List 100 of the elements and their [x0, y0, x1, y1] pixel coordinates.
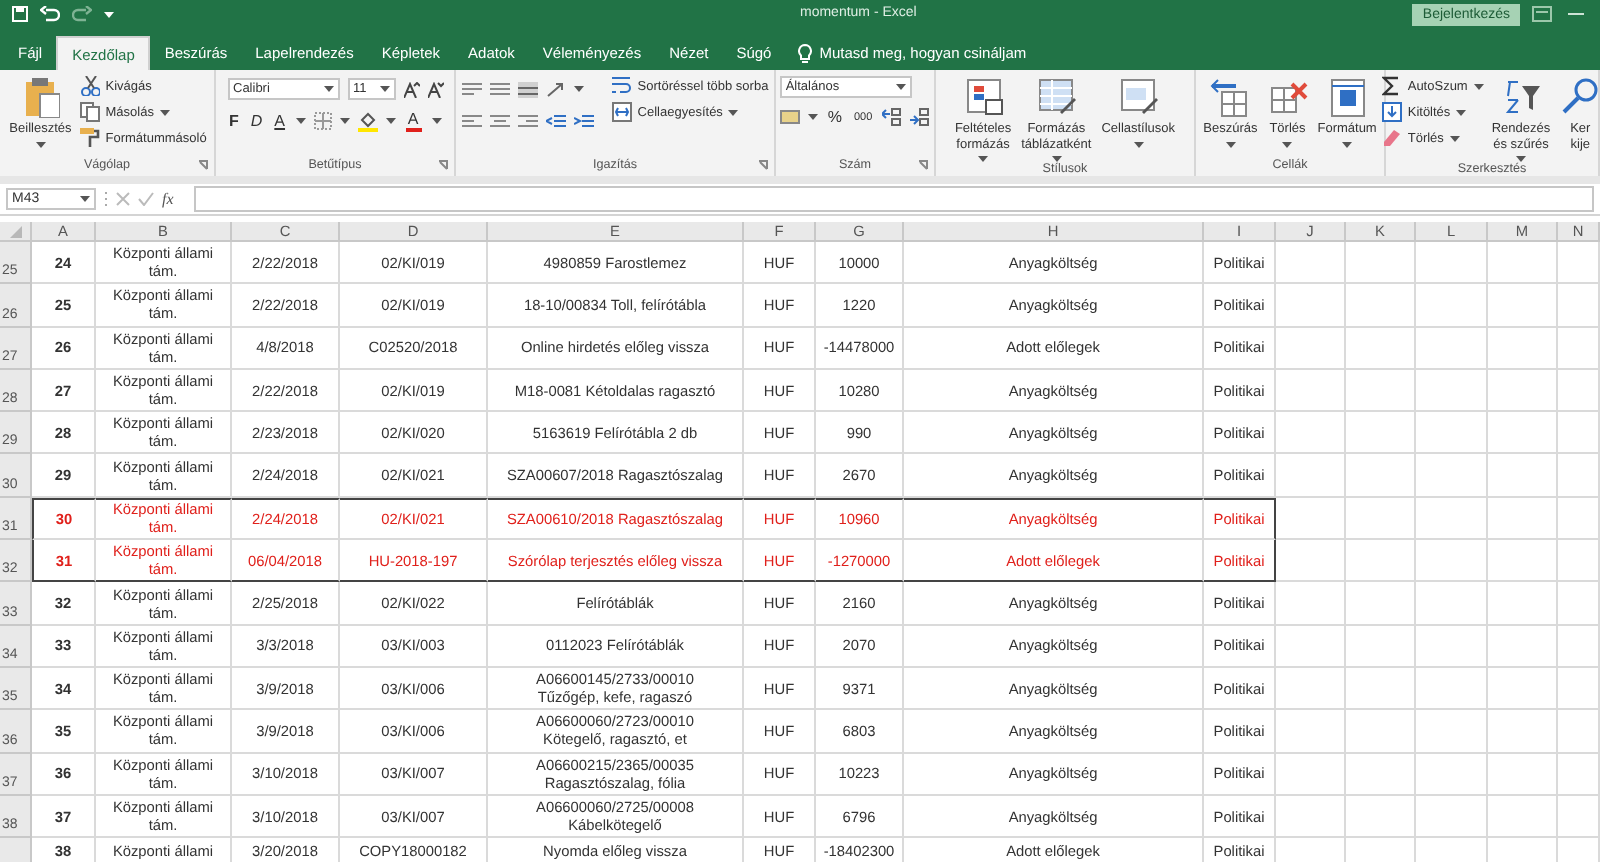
- empty-cell: [1488, 753, 1558, 796]
- align-center-icon[interactable]: [489, 113, 510, 129]
- save-icon[interactable]: [12, 6, 28, 22]
- cancel-icon[interactable]: [116, 192, 130, 206]
- undo-icon[interactable]: [40, 6, 60, 22]
- decrease-indent-icon[interactable]: [545, 113, 566, 129]
- empty-cell: [1416, 795, 1488, 839]
- cell-styles-icon: [1118, 76, 1159, 118]
- scissors-icon: [79, 76, 100, 96]
- formula-input[interactable]: [193, 186, 1594, 212]
- empty-cell: [1488, 242, 1558, 285]
- caret-icon: [1133, 141, 1144, 147]
- increase-decimal-icon[interactable]: [882, 108, 903, 126]
- align-middle-icon[interactable]: [489, 81, 510, 97]
- empty-cell: [1276, 540, 1346, 583]
- align-bottom-icon[interactable]: [517, 81, 538, 97]
- empty-cell: [1558, 284, 1600, 328]
- empty-cell: [1276, 625, 1346, 668]
- empty-cell: [1346, 327, 1416, 370]
- empty-cell: [1416, 710, 1488, 754]
- empty-cell: [1276, 582, 1346, 626]
- empty-cell: [1416, 540, 1488, 583]
- empty-cell: [1488, 667, 1558, 711]
- empty-cell: [1558, 753, 1600, 796]
- empty-cell: [1488, 795, 1558, 839]
- bold-button[interactable]: F: [227, 113, 241, 129]
- empty-cell: [1558, 582, 1600, 626]
- empty-cell: [1346, 625, 1416, 668]
- caret-icon: [1516, 156, 1526, 162]
- dialog-launcher-icon[interactable]: [198, 160, 208, 170]
- caret-icon: [385, 118, 396, 124]
- font-color-button[interactable]: A: [403, 111, 424, 131]
- empty-cell: [1416, 327, 1488, 370]
- customize-icon[interactable]: [104, 11, 114, 17]
- caret-icon: [1473, 83, 1484, 89]
- caret-icon: [1342, 141, 1353, 147]
- caret-icon: [431, 118, 442, 124]
- empty-cell: [1488, 710, 1558, 754]
- insert-function-button[interactable]: fx: [162, 190, 174, 208]
- fill-color-icon[interactable]: [357, 111, 378, 131]
- currency-icon[interactable]: [779, 108, 800, 126]
- sort-filter-icon: [1501, 76, 1541, 118]
- align-top-icon[interactable]: [461, 81, 482, 97]
- empty-cell: [1488, 369, 1558, 413]
- empty-cell: [1276, 753, 1346, 796]
- borders-icon[interactable]: [313, 112, 332, 130]
- orientation-icon[interactable]: [545, 81, 566, 97]
- row-header[interactable]: [0, 838, 32, 863]
- empty-cell: [1416, 625, 1488, 668]
- corner-triangle-icon: [9, 225, 21, 237]
- underline-button[interactable]: A: [272, 113, 288, 129]
- empty-cell: [1488, 284, 1558, 328]
- caret-icon: [379, 86, 389, 92]
- caret-icon: [323, 86, 333, 92]
- caret-icon: [728, 109, 739, 115]
- wrap-text-icon: [611, 76, 632, 96]
- ribbon-display-icon[interactable]: [1532, 6, 1552, 22]
- shrink-font-icon[interactable]: [427, 81, 443, 97]
- table-icon: [963, 76, 1004, 118]
- dialog-launcher-icon[interactable]: [438, 160, 448, 170]
- table-icon: [1036, 76, 1077, 118]
- dialog-launcher-icon[interactable]: [758, 160, 768, 170]
- enter-icon[interactable]: [138, 192, 154, 206]
- percent-button[interactable]: %: [825, 109, 844, 125]
- empty-cell: [1488, 582, 1558, 626]
- copy-icon: [79, 102, 100, 122]
- select-all-corner[interactable]: [0, 222, 32, 242]
- redo-icon[interactable]: [72, 6, 92, 22]
- empty-cell: [1488, 327, 1558, 370]
- empty-cell: [1558, 369, 1600, 413]
- decrease-decimal-icon[interactable]: [910, 108, 931, 126]
- empty-cell: [1416, 412, 1488, 455]
- increase-indent-icon[interactable]: [573, 113, 594, 129]
- empty-cell: [1276, 795, 1346, 839]
- caret-icon: [35, 141, 46, 147]
- insert-cells-icon: [1210, 76, 1251, 118]
- empty-cell: [1488, 497, 1558, 541]
- align-left-icon[interactable]: [461, 113, 482, 129]
- empty-cell: [1346, 795, 1416, 839]
- empty-cell: [1558, 454, 1600, 498]
- italic-button[interactable]: D: [248, 113, 265, 129]
- caret-icon: [1051, 156, 1062, 162]
- empty-cell: [1558, 412, 1600, 455]
- caret-icon: [978, 156, 989, 162]
- empty-cell: [1558, 497, 1600, 541]
- dialog-launcher-icon[interactable]: [918, 160, 928, 170]
- caret-icon: [80, 196, 90, 202]
- empty-cell: [1346, 582, 1416, 626]
- search-icon: [1560, 76, 1600, 118]
- empty-cell: [1276, 284, 1346, 328]
- empty-cell: [1416, 454, 1488, 498]
- empty-cell: [1558, 710, 1600, 754]
- empty-cell: [1346, 753, 1416, 796]
- caret-icon: [339, 118, 350, 124]
- grow-font-icon[interactable]: [403, 81, 419, 97]
- align-right-icon[interactable]: [517, 113, 538, 129]
- empty-cell: [1488, 454, 1558, 498]
- empty-cell: [1416, 284, 1488, 328]
- eraser-icon: [1381, 128, 1402, 148]
- empty-cell: [1276, 710, 1346, 754]
